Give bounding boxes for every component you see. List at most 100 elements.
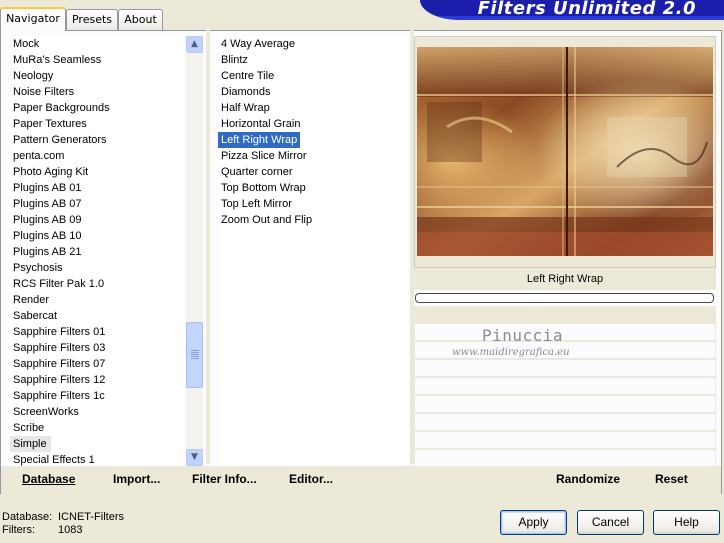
category-item-label: Neology [13, 70, 54, 82]
database-value: ICNET-Filters [58, 511, 124, 523]
category-item[interactable]: Sapphire Filters 1c [10, 388, 184, 404]
tab-presets[interactable]: Presets [66, 9, 118, 30]
category-item-label: Render [13, 294, 50, 306]
filter-item-label: Blintz [221, 54, 248, 66]
category-item[interactable]: Mock [10, 36, 184, 52]
filter-item[interactable]: Centre Tile [218, 68, 408, 84]
category-item[interactable]: Render [10, 292, 184, 308]
scroll-thumb[interactable] [186, 322, 203, 388]
category-item[interactable]: penta.com [10, 148, 184, 164]
category-item-label: Special Effects 1 [13, 454, 95, 466]
category-item-label: Psychosis [13, 262, 63, 274]
category-item[interactable]: Sapphire Filters 01 [10, 324, 184, 340]
progress-bar [415, 293, 714, 303]
category-list[interactable]: Mock MuRa's Seamless Neology Noise Filters P… [10, 36, 184, 468]
control-row [415, 378, 715, 394]
control-row [415, 324, 715, 340]
filter-item-label: Top Left Mirror [221, 198, 292, 210]
category-item[interactable]: Plugins AB 07 [10, 196, 184, 212]
filter-item[interactable]: 4 Way Average [218, 36, 408, 52]
category-item-label: ScreenWorks [13, 406, 79, 418]
database-button[interactable]: Database [22, 472, 75, 486]
control-row [415, 396, 715, 412]
filter-item-label: Diamonds [221, 86, 271, 98]
category-item-label: Plugins AB 21 [13, 246, 82, 258]
category-item-label: Simple [10, 436, 51, 452]
filter-item[interactable]: Zoom Out and Flip [218, 212, 408, 228]
category-item[interactable]: RCS Filter Pak 1.0 [10, 276, 184, 292]
category-item-label: Plugins AB 10 [13, 230, 82, 242]
category-item[interactable]: Paper Textures [10, 116, 184, 132]
filter-controls [414, 306, 716, 466]
category-item[interactable]: Psychosis [10, 260, 184, 276]
category-item[interactable]: Plugins AB 21 [10, 244, 184, 260]
filter-item[interactable]: Half Wrap [218, 100, 408, 116]
category-item[interactable]: Photo Aging Kit [10, 164, 184, 180]
apply-button[interactable]: Apply [500, 510, 567, 535]
category-item-label: Mock [13, 38, 40, 50]
category-item-label: Scribe [13, 422, 45, 434]
category-item-label: Paper Textures [13, 118, 87, 130]
category-item[interactable]: Simple [10, 436, 184, 452]
filter-item-label: Top Bottom Wrap [221, 182, 306, 194]
category-item-label: Pattern Generators [13, 134, 107, 146]
filter-item[interactable]: Top Bottom Wrap [218, 180, 408, 196]
category-item-label: Sapphire Filters 01 [13, 326, 106, 338]
category-item[interactable]: ScreenWorks [10, 404, 184, 420]
filter-item[interactable]: Horizontal Grain [218, 116, 408, 132]
category-item[interactable]: Pattern Generators [10, 132, 184, 148]
tab-about[interactable]: About [118, 9, 163, 30]
filter-item[interactable]: Left Right Wrap [218, 132, 408, 148]
randomize-button[interactable]: Randomize [556, 472, 620, 486]
control-row [415, 432, 715, 448]
filter-item[interactable]: Quarter corner [218, 164, 408, 180]
watermark-url: www.maidiregrafica.eu [452, 347, 570, 358]
category-item-label: Sapphire Filters 1c [13, 390, 105, 402]
filter-item-label: Half Wrap [221, 102, 270, 114]
database-label: Database: [2, 511, 53, 523]
filter-item[interactable]: Top Left Mirror [218, 196, 408, 212]
control-row [415, 450, 715, 466]
category-item-label: Sapphire Filters 12 [13, 374, 106, 386]
filter-item[interactable]: Pizza Slice Mirror [218, 148, 408, 164]
filter-item-label: Pizza Slice Mirror [221, 150, 307, 162]
app-banner: Filters Unlimited 2.0 [420, 0, 724, 20]
scroll-up-button[interactable]: ▲ [186, 36, 203, 53]
category-item[interactable]: Scribe [10, 420, 184, 436]
scroll-down-button[interactable]: ▼ [186, 449, 203, 466]
category-item[interactable]: Sapphire Filters 07 [10, 356, 184, 372]
tab-navigator[interactable]: Navigator [0, 7, 66, 31]
category-item[interactable]: Sapphire Filters 03 [10, 340, 184, 356]
category-item[interactable]: Plugins AB 10 [10, 228, 184, 244]
reset-button[interactable]: Reset [655, 472, 688, 486]
category-item-label: Sapphire Filters 03 [13, 342, 106, 354]
filter-item[interactable]: Diamonds [218, 84, 408, 100]
control-row [415, 414, 715, 430]
filters-count-label: Filters: [2, 524, 35, 536]
editor-button[interactable]: Editor... [289, 472, 333, 486]
preview-frame [414, 36, 716, 268]
control-row [415, 360, 715, 376]
category-item-label: Sapphire Filters 07 [13, 358, 106, 370]
category-item[interactable]: Plugins AB 09 [10, 212, 184, 228]
category-item[interactable]: Sapphire Filters 12 [10, 372, 184, 388]
category-item[interactable]: Noise Filters [10, 84, 184, 100]
category-scrollbar[interactable]: ▲ ▼ [186, 36, 203, 466]
category-item[interactable]: Sabercat [10, 308, 184, 324]
cancel-button[interactable]: Cancel [577, 510, 644, 535]
filter-list[interactable]: 4 Way Average Blintz Centre Tile Diamonds Ha… [218, 36, 408, 468]
filter-item-label: Centre Tile [221, 70, 275, 82]
watermark-name: Pinuccia [482, 326, 564, 345]
grip-icon [191, 350, 199, 359]
help-button[interactable]: Help [653, 510, 720, 535]
category-item[interactable]: MuRa's Seamless [10, 52, 184, 68]
filter-item[interactable]: Blintz [218, 52, 408, 68]
filter-item-label: Left Right Wrap [218, 132, 301, 148]
filter-info-button[interactable]: Filter Info... [192, 472, 257, 486]
category-item[interactable]: Plugins AB 01 [10, 180, 184, 196]
import-button[interactable]: Import... [113, 472, 160, 486]
category-item[interactable]: Neology [10, 68, 184, 84]
app-title: Filters Unlimited 2.0 [477, 0, 696, 19]
category-item[interactable]: Paper Backgrounds [10, 100, 184, 116]
category-item-label: Plugins AB 07 [13, 198, 82, 210]
